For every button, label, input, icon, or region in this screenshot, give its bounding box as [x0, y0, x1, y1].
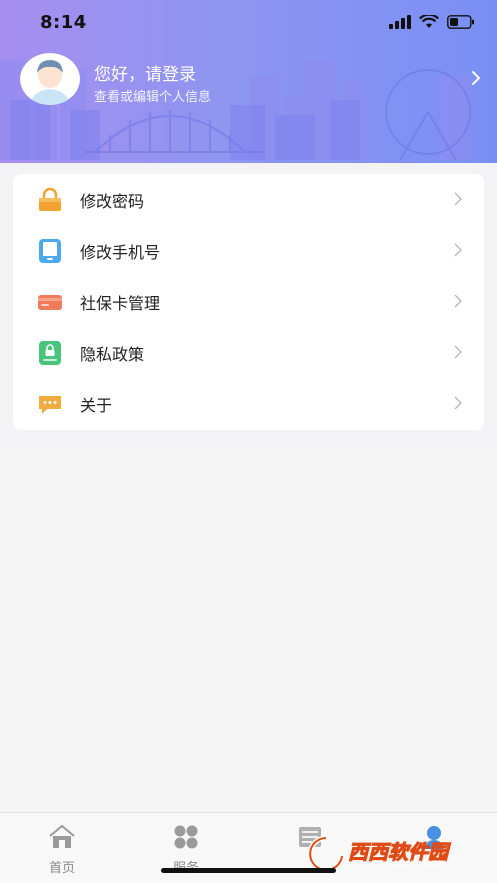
- menu-item-label: 社保卡管理: [80, 294, 161, 313]
- chevron-right-icon: [454, 294, 462, 308]
- menu-item-privacy-policy[interactable]: 隐私政策: [13, 327, 484, 378]
- home-indicator: [161, 868, 336, 873]
- lock-icon: [39, 187, 61, 211]
- menu-item-label: 修改密码: [80, 192, 145, 211]
- city-skyline-illustration: [0, 60, 471, 161]
- tab-home[interactable]: 首页: [22, 824, 102, 876]
- status-bar: 8:14: [0, 0, 497, 48]
- tab-label: 首页: [48, 861, 75, 876]
- menu-item-label: 修改手机号: [80, 243, 161, 262]
- chevron-right-icon: [454, 396, 462, 410]
- status-time: 8:14: [40, 12, 87, 33]
- watermark-subtext: CR173.COM: [392, 860, 446, 870]
- menu-item-change-phone[interactable]: 修改手机号: [13, 225, 484, 276]
- battery-icon: [447, 15, 474, 29]
- chevron-right-icon: [454, 345, 462, 359]
- chevron-right-icon[interactable]: [471, 70, 481, 86]
- chat-bubble-icon: [39, 396, 61, 414]
- tab-label: 服务: [146, 857, 226, 876]
- grid-icon: [174, 825, 198, 849]
- privacy-icon: [39, 341, 61, 365]
- avatar[interactable]: [20, 53, 80, 105]
- menu-item-change-password[interactable]: 修改密码: [13, 174, 484, 225]
- settings-menu: 修改密码 修改手机号 社保卡管理 隐私政策 关于: [13, 174, 484, 430]
- wifi-icon: [419, 15, 439, 28]
- phone-icon: [39, 239, 61, 263]
- chevron-right-icon: [454, 192, 462, 206]
- menu-item-about[interactable]: 关于: [13, 378, 484, 429]
- profile-header[interactable]: 8:14 您好，请登录 查看或编辑个人信息: [0, 0, 497, 163]
- home-icon: [49, 824, 75, 848]
- signal-icon: [389, 15, 411, 29]
- menu-item-label: 隐私政策: [80, 345, 145, 364]
- menu-item-label: 关于: [80, 396, 113, 415]
- card-icon: [38, 295, 62, 310]
- empty-content-area: [0, 450, 497, 812]
- avatar-icon: [20, 53, 80, 105]
- profile-hint: 查看或编辑个人信息: [94, 90, 212, 105]
- menu-item-social-card[interactable]: 社保卡管理: [13, 276, 484, 327]
- chevron-right-icon: [454, 243, 462, 257]
- login-greeting[interactable]: 您好，请登录: [94, 60, 196, 85]
